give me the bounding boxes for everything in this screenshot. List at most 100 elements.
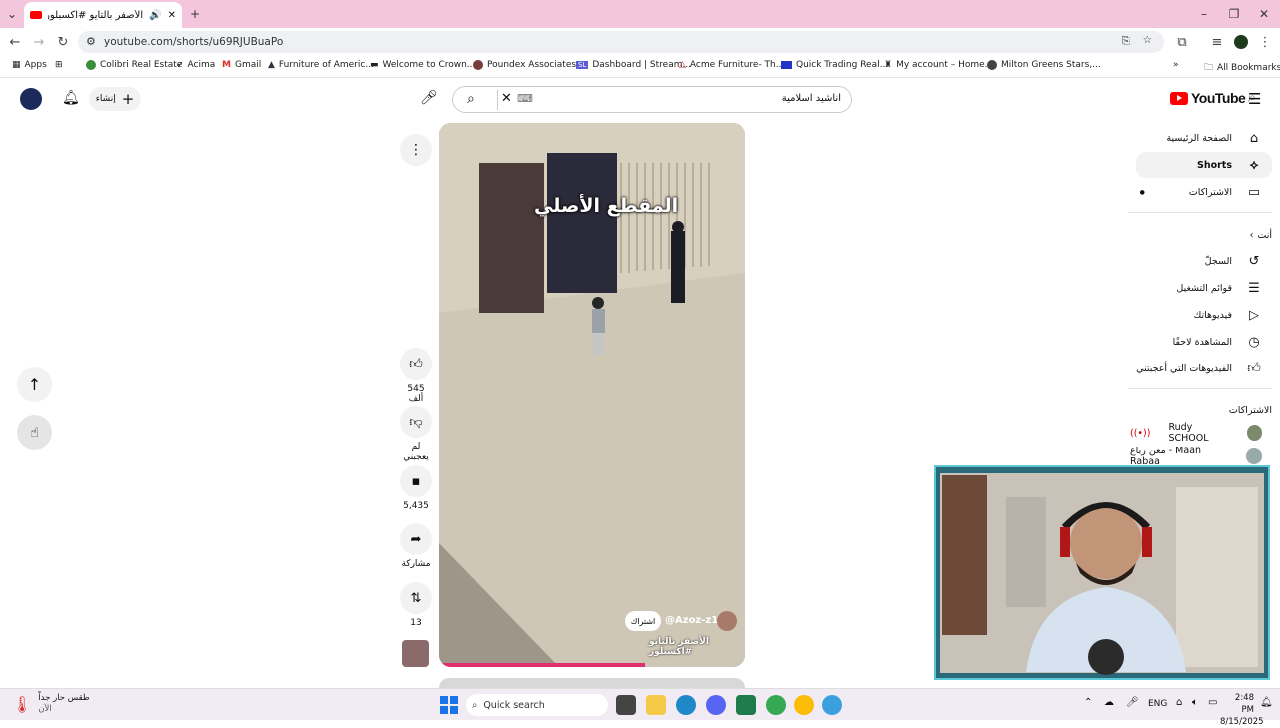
folder-icon[interactable] (646, 695, 666, 715)
previous-short-button[interactable]: ↑ (17, 367, 52, 402)
sidebar-item-playlists[interactable]: قوائم التشغيل ☰ (1130, 275, 1280, 301)
tab-search-chevron-icon[interactable]: ⌄ (2, 4, 22, 24)
short-video-player[interactable]: المقطع الأصلي اشتراك @Azoz-z1 الأصفر بال… (439, 123, 745, 667)
back-icon[interactable]: ← (6, 33, 24, 51)
next-short-button[interactable]: ☝ (17, 415, 52, 450)
share-icon[interactable]: ➦ (400, 523, 432, 555)
reload-icon[interactable]: ↻ (54, 33, 72, 51)
sidebar-item-shorts[interactable]: Shorts ⟡ (1136, 152, 1272, 178)
chrome-icon[interactable] (766, 695, 786, 715)
search-icon[interactable]: ⌕ (467, 91, 475, 107)
bookmark-furniture[interactable]: ▲ Furniture of Americ... (268, 60, 374, 70)
weather-widget[interactable]: 🌡︎ طقس حار جداً الآن (12, 693, 90, 715)
bookmark-poundex[interactable]: Poundex Associates... (473, 60, 585, 70)
sidebar-item-watch-later[interactable]: المشاهدة لاحقًا ◷ (1130, 329, 1280, 355)
bookmark-dashboard[interactable]: SL Dashboard | Stream... (576, 60, 691, 70)
profile-avatar[interactable] (1232, 33, 1250, 51)
sidebar-channel-maan[interactable]: معن رباع - Maan Rabaa (1130, 447, 1280, 465)
sidebar-item-subscriptions[interactable]: ● الاشتراكات ▭ (1130, 179, 1280, 205)
webcam-frame (940, 473, 1264, 675)
remix-icon[interactable]: ⇅ (400, 582, 432, 614)
bookmark-quick-trading[interactable]: Quick Trading Real... (781, 60, 888, 70)
channel-handle[interactable]: @Azoz-z1 (665, 615, 718, 626)
battery-icon[interactable]: ▭ (1208, 697, 1217, 708)
bookmark-acima[interactable]: ➶ Acima (176, 60, 215, 70)
sidebar-item-your-videos[interactable]: فيديوهاتك ▷ (1130, 302, 1280, 328)
chrome-active-icon[interactable] (794, 695, 814, 715)
discord-icon[interactable] (706, 695, 726, 715)
new-tab-icon[interactable]: + (185, 4, 205, 24)
bookmark-milton[interactable]: Milton Greens Stars,... (987, 60, 1101, 70)
minimize-icon[interactable]: – (1194, 4, 1214, 24)
extensions-icon[interactable]: ⧉ (1173, 33, 1191, 51)
video-caption[interactable]: الأصفر بالتايو #اكسبلور (649, 637, 745, 657)
network-icon[interactable]: ⌂ (1176, 697, 1182, 708)
tab-close-icon[interactable]: ✕ (168, 10, 176, 21)
site-info-icon[interactable]: ⚙ (86, 35, 96, 48)
share-action[interactable]: ➦ مشاركة (400, 523, 432, 569)
all-bookmarks[interactable]: 🗀 All Bookmarks (1204, 60, 1280, 76)
browser-menu-icon[interactable]: ⋮ (1256, 33, 1274, 51)
maximize-icon[interactable]: ❐ (1224, 4, 1244, 24)
browser-tab[interactable]: الأصفر بالتايو #اكسبلور - be. 🔊 ✕ (24, 2, 182, 28)
crown-icon: ▬ (370, 60, 379, 70)
edge-icon[interactable] (676, 695, 696, 715)
bookmark-colibri[interactable]: Colibri Real Estate (86, 60, 182, 70)
install-app-icon[interactable]: ⎘ (1122, 35, 1130, 48)
onedrive-icon[interactable]: ☁ (1104, 697, 1114, 708)
close-window-icon[interactable]: ✕ (1254, 4, 1274, 24)
comments-action[interactable]: ▪ 5,435 (400, 465, 432, 511)
media-control-icon[interactable]: ≡ (1208, 33, 1226, 51)
sidebar-item-history[interactable]: السجلّ ↺ (1130, 248, 1280, 274)
forward-icon[interactable]: → (30, 33, 48, 51)
bookmark-crown[interactable]: ▬ Welcome to Crown... (370, 60, 475, 70)
account-avatar[interactable] (20, 88, 42, 110)
like-action[interactable]: 👍︎ 545 ألف (400, 348, 432, 404)
notification-icon[interactable]: 🔔︎ (1260, 697, 1273, 708)
voice-search-icon[interactable]: 🎤︎ (420, 90, 438, 106)
more-bookmarks-icon[interactable]: » (1173, 60, 1179, 70)
windows-start-icon[interactable] (440, 696, 458, 714)
guide-menu-icon[interactable]: ☰ (1248, 90, 1261, 108)
clock[interactable]: 2:48 PM 8/15/2025 (1220, 692, 1264, 728)
language-indicator[interactable]: ENG (1148, 699, 1167, 709)
youtube-header: 🔔︎ إنشاء + 🎤︎ ⌕ ✕ ⌨ اناشيد اسلامية YouTub… (0, 80, 1280, 118)
sound-thumbnail[interactable] (402, 640, 429, 667)
sidebar-item-home[interactable]: الصفحة الرئيسية ⌂ (1130, 125, 1280, 151)
bookmark-apps[interactable]: ▦ Apps (12, 60, 47, 70)
youtube-logo[interactable]: YouTube JO (1170, 90, 1255, 106)
bookmark-star-icon[interactable]: ☆ (1143, 34, 1152, 46)
thumbs-up-icon: 👍︎ (1247, 360, 1261, 376)
thumbs-up-icon[interactable]: 👍︎ (400, 348, 432, 380)
notifications-bell-icon[interactable]: 🔔︎ (62, 90, 80, 106)
create-button[interactable]: إنشاء + (89, 87, 141, 111)
thumbs-down-icon[interactable]: 👎︎ (400, 406, 432, 438)
channel-avatar[interactable] (717, 611, 737, 631)
sidebar-you-heading[interactable]: ‹ أنت (1130, 222, 1280, 248)
app-icon[interactable] (822, 695, 842, 715)
audio-icon[interactable]: 🔊 (149, 10, 161, 21)
clear-search-icon[interactable]: ✕ (501, 91, 512, 106)
app-icon[interactable] (736, 695, 756, 715)
taskbar-search[interactable]: ⌕ Quick search (466, 694, 608, 716)
dislike-action[interactable]: 👎︎ لم يعجبني (400, 406, 432, 462)
arrow-up-icon: ↑ (27, 375, 42, 394)
sidebar-channel-rudy[interactable]: ((•)) Rudy SCHOOL (1130, 420, 1280, 446)
more-actions-icon[interactable]: ⋮ (400, 134, 432, 166)
remix-action[interactable]: ⇅ 13 (400, 582, 432, 628)
sidebar-item-liked[interactable]: الفيديوهات التي أعجبتني 👍︎ (1130, 355, 1280, 381)
subscribe-button[interactable]: اشتراك (625, 611, 661, 631)
bookmark-grid[interactable]: ⊞ (55, 60, 63, 70)
bookmark-my-account[interactable]: ♜ My account – Home... (884, 60, 993, 70)
bookmark-acme[interactable]: △ Acme Furniture- Th... (679, 60, 784, 70)
microphone-icon[interactable]: 🎤︎ (1126, 697, 1139, 708)
keyboard-icon[interactable]: ⌨ (517, 92, 533, 105)
show-hidden-icons[interactable]: ⌃ (1084, 697, 1092, 708)
address-bar[interactable]: ⚙ youtube.com/shorts/u69RJUBuaPo ⎘ ☆ (78, 31, 1164, 53)
file-manager-icon[interactable] (616, 695, 636, 715)
search-box[interactable]: ⌕ ✕ ⌨ اناشيد اسلامية (452, 86, 852, 113)
bookmark-gmail[interactable]: M Gmail (222, 60, 261, 70)
bookmarks-bar: ▦ Apps ⊞ Colibri Real Estate ➶ Acima M Gmai… (0, 56, 1280, 78)
volume-icon[interactable]: 🔈︎ (1192, 697, 1198, 708)
comment-icon[interactable]: ▪ (400, 465, 432, 497)
